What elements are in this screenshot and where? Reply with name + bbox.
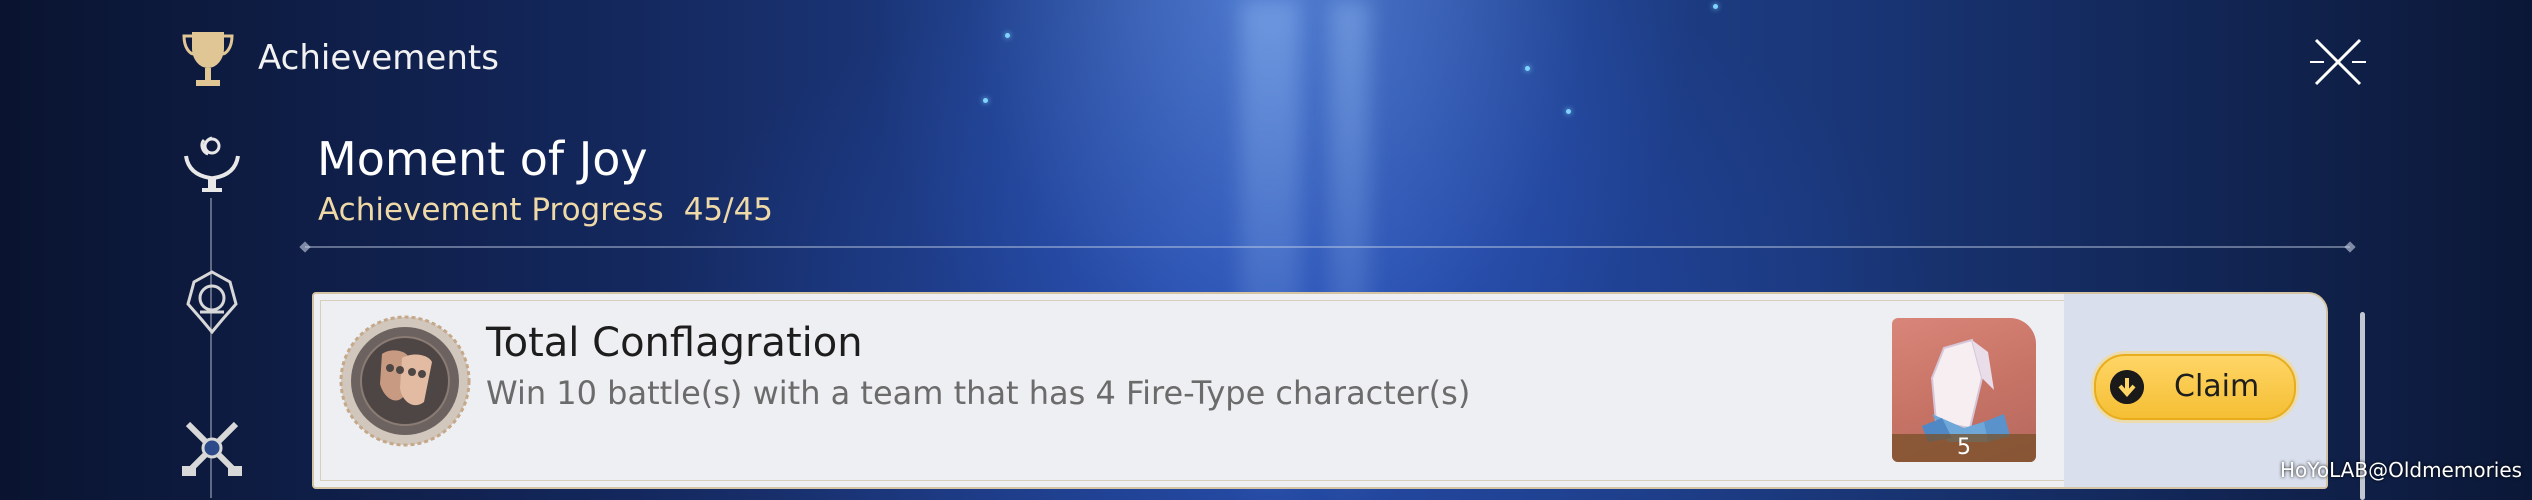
- divider: [305, 246, 2350, 248]
- reward-count: 5: [1892, 434, 2036, 462]
- progress-label: Achievement Progress: [318, 192, 664, 228]
- close-icon[interactable]: [2310, 34, 2366, 90]
- reward-item[interactable]: 5: [1892, 318, 2036, 462]
- claim-button[interactable]: Claim: [2094, 354, 2296, 420]
- achievement-card: Total Conflagration Win 10 battle(s) wit…: [312, 292, 2328, 489]
- crossed-swords-icon[interactable]: [178, 414, 246, 482]
- download-arrow-icon: [2110, 370, 2144, 404]
- category-title: Moment of Joy: [317, 132, 648, 186]
- sparkle: [983, 98, 988, 103]
- hands-moon-icon[interactable]: [178, 130, 246, 198]
- sparkle: [1005, 33, 1010, 38]
- achievement-progress: Achievement Progress 45/45: [318, 192, 793, 228]
- watermark: HoYoLAB@Oldmemories: [2280, 458, 2523, 482]
- theater-mask-medal-icon: [339, 315, 471, 447]
- helmet-emblem-icon[interactable]: [178, 268, 246, 336]
- progress-value: 45/45: [683, 192, 774, 228]
- page-title: Achievements: [258, 38, 499, 78]
- sparkle: [1566, 109, 1571, 114]
- trophy-icon: [182, 32, 234, 86]
- sparkle: [1713, 4, 1718, 9]
- achievement-title: Total Conflagration: [486, 320, 863, 366]
- achievement-description: Win 10 battle(s) with a team that has 4 …: [486, 374, 1471, 412]
- claim-label: Claim: [2174, 369, 2260, 404]
- sparkle: [1525, 66, 1530, 71]
